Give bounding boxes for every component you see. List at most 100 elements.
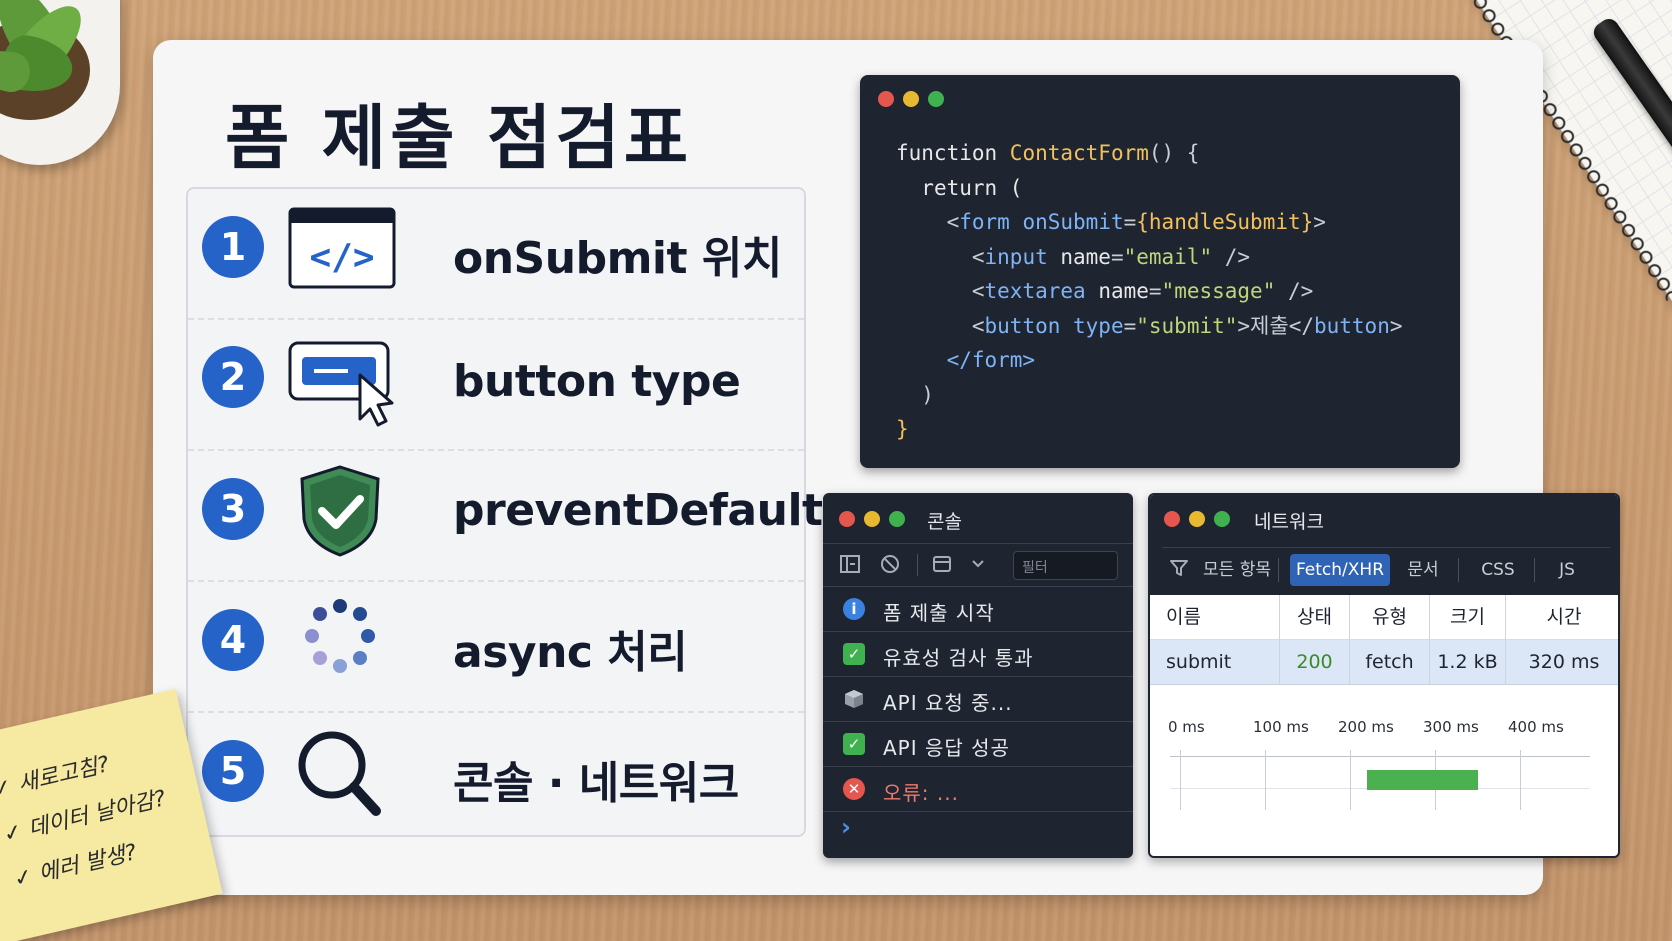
window-controls [878, 91, 944, 107]
tab-all[interactable]: 모든 항목 [1202, 554, 1272, 586]
checklist-label: button type [453, 356, 741, 407]
code-line: <textarea name="message" /> [971, 279, 1314, 303]
column-header-type[interactable]: 유형 [1350, 595, 1430, 640]
tab-js[interactable]: JS [1542, 554, 1592, 586]
checklist-item-onsubmit: 1 </> onSubmit 위치 [188, 189, 804, 320]
tab-separator [1278, 558, 1279, 582]
minimize-dot[interactable] [1189, 511, 1205, 527]
console-log-row: API 요청 중... [823, 677, 1133, 722]
log-message: 오류: ... [883, 781, 959, 805]
console-log-row: ✓ 유효성 검사 통과 [823, 632, 1133, 677]
log-message: API 요청 중... [883, 691, 1013, 715]
console-prompt[interactable]: › [841, 813, 851, 841]
context-selector-icon[interactable] [931, 554, 953, 576]
code-line: </form> [946, 348, 1036, 372]
code-block: function ContactForm() { return ( <form … [896, 137, 1403, 448]
table-header-row: 이름 상태 유형 크기 시간 [1150, 595, 1618, 640]
console-filter-input[interactable]: 필터 [1013, 551, 1118, 580]
tab-separator [1534, 558, 1535, 582]
window-controls [839, 511, 905, 527]
checklist-label: async 처리 [453, 627, 688, 678]
step-number-badge: 5 [202, 740, 264, 802]
magnifier-icon [288, 725, 408, 821]
svg-text:</>: </> [309, 237, 374, 278]
potted-plant [0, 0, 120, 200]
info-icon: i [843, 598, 865, 620]
code-line: ) [921, 382, 934, 407]
waterfall-tick-label: 100 ms [1253, 718, 1309, 736]
column-header-time[interactable]: 시간 [1506, 595, 1618, 640]
code-line: function ContactForm() { [896, 141, 1200, 165]
code-window-icon: </> [288, 207, 408, 303]
check-icon: ✓ [843, 643, 865, 665]
waterfall-request-bar[interactable] [1367, 770, 1478, 790]
waterfall-tick-label: 0 ms [1168, 718, 1205, 736]
code-line: } [896, 417, 909, 441]
tab-separator [1458, 558, 1459, 582]
log-message: API 응답 성공 [883, 736, 1010, 760]
request-size: 1.2 kB [1430, 640, 1506, 685]
chevron-down-icon[interactable] [967, 554, 989, 576]
minimize-dot[interactable] [864, 511, 880, 527]
waterfall-tick-label: 200 ms [1338, 718, 1394, 736]
maximize-dot[interactable] [928, 91, 944, 107]
code-line: return ( [921, 175, 1023, 200]
checklist-item-button-type: 2 button type [188, 320, 804, 451]
close-dot[interactable] [1164, 511, 1180, 527]
column-header-name[interactable]: 이름 [1150, 595, 1280, 640]
page-title: 폼 제출 점검표 [225, 97, 693, 179]
maximize-dot[interactable] [889, 511, 905, 527]
code-line: <button type="submit">제출</button> [971, 313, 1403, 338]
checklist-label: preventDefault [453, 485, 823, 536]
toolbar-separator [917, 554, 918, 576]
button-click-icon [288, 335, 408, 431]
tab-fetch-xhr[interactable]: Fetch/XHR [1290, 554, 1390, 586]
waterfall-tick [1520, 750, 1521, 810]
network-title: 네트워크 [1254, 511, 1324, 533]
step-number-badge: 2 [202, 346, 264, 408]
error-icon: ✕ [843, 778, 865, 800]
tab-doc[interactable]: 문서 [1396, 554, 1450, 586]
maximize-dot[interactable] [1214, 511, 1230, 527]
request-time: 320 ms [1528, 651, 1600, 673]
checklist-panel: 1 </> onSubmit 위치 2 button type 3 preven… [186, 187, 823, 837]
log-message: 폼 제출 시작 [883, 601, 995, 625]
waterfall-tick [1180, 750, 1181, 810]
checklist-item-console-network: 5 콘솔 · 네트워크 [188, 713, 804, 844]
step-number-badge: 3 [202, 478, 264, 540]
minimize-dot[interactable] [903, 91, 919, 107]
waterfall-tick [1265, 750, 1266, 810]
table-row[interactable]: submit 200 fetch 1.2 kB 320 ms [1150, 640, 1618, 685]
console-toolbar: 필터 [823, 543, 1133, 587]
network-panel: 네트워크 모든 항목 Fetch/XHR 문서 CSS JS 이름 상태 유형 … [1148, 493, 1620, 858]
console-log-row: ✕ 오류: ... [823, 767, 1133, 812]
request-status: 200 [1280, 640, 1350, 685]
close-dot[interactable] [878, 91, 894, 107]
loading-spinner-icon [288, 596, 408, 692]
waterfall-axis [1170, 756, 1590, 757]
network-filter-tabs: 모든 항목 Fetch/XHR 문서 CSS JS [1162, 547, 1610, 587]
close-dot[interactable] [839, 511, 855, 527]
sidebar-toggle-icon[interactable] [839, 554, 861, 576]
waterfall-tick-label: 400 ms [1508, 718, 1564, 736]
checklist-item-async: 4 async 처리 [188, 582, 804, 713]
funnel-icon[interactable] [1168, 558, 1190, 580]
step-number-badge: 1 [202, 216, 264, 278]
shield-check-icon [288, 463, 408, 559]
code-line: <input name="email" /> [971, 244, 1251, 269]
request-name: submit [1150, 640, 1280, 685]
cube-icon [843, 688, 865, 710]
tab-css[interactable]: CSS [1468, 554, 1528, 586]
waterfall-tick [1350, 750, 1351, 810]
column-header-status[interactable]: 상태 [1280, 595, 1350, 640]
column-header-size[interactable]: 크기 [1430, 595, 1506, 640]
step-number-badge: 4 [202, 609, 264, 671]
code-editor-window: function ContactForm() { return ( <form … [860, 75, 1460, 468]
network-waterfall: 0 ms 100 ms 200 ms 300 ms 400 ms [1150, 710, 1618, 855]
log-message: 유효성 검사 통과 [883, 646, 1034, 670]
code-line: <form onSubmit={handleSubmit}> [946, 210, 1326, 234]
request-type: fetch [1350, 640, 1430, 685]
clear-console-icon[interactable] [879, 554, 901, 576]
console-log-row: ✓ API 응답 성공 [823, 722, 1133, 767]
console-log-row: i 폼 제출 시작 [823, 587, 1133, 632]
